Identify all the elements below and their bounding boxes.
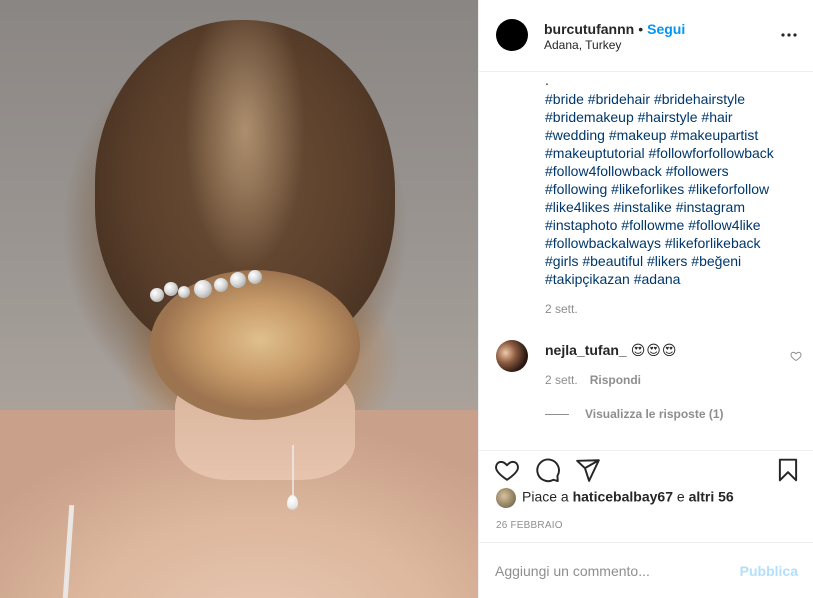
hashtag-line[interactable]: #wedding #makeup #makeupartist <box>545 126 800 144</box>
likes-prefix: Piace a <box>522 488 569 505</box>
commenter-username[interactable]: nejla_tufan_ <box>545 342 627 358</box>
hashtag-line[interactable]: #following #likeforlikes #likeforfollow <box>545 180 800 198</box>
replies-divider <box>545 414 569 416</box>
comment-meta: 2 sett. Rispondi <box>545 373 641 387</box>
author-avatar[interactable] <box>496 19 528 51</box>
post-caption: . #bride #bridehair #bridehairstyle #bri… <box>545 72 800 288</box>
hashtag-line[interactable]: #follow4followback #followers <box>545 162 800 180</box>
view-replies-button[interactable]: Visualizza le risposte (1) <box>545 407 724 421</box>
comment-icon[interactable] <box>535 457 561 483</box>
post-header: burcutufannn • Segui Adana, Turkey <box>479 0 813 72</box>
post-side-panel: burcutufannn • Segui Adana, Turkey . #brid… <box>478 0 813 598</box>
view-replies-label: Visualizza le risposte (1) <box>585 407 724 421</box>
comment-time[interactable]: 2 sett. <box>545 373 578 387</box>
hashtag-line[interactable]: #followbackalways #likeforlikeback <box>545 234 800 252</box>
publish-button[interactable]: Pubblica <box>740 563 798 579</box>
caption-time[interactable]: 2 sett. <box>545 302 578 316</box>
post-photo[interactable] <box>0 0 478 598</box>
caption-dot: . <box>545 72 549 88</box>
follow-button[interactable]: Segui <box>647 21 685 37</box>
post-location[interactable]: Adana, Turkey <box>544 38 621 52</box>
commenter-avatar[interactable] <box>496 340 528 372</box>
separator-dot: • <box>638 21 644 37</box>
liker-username[interactable]: haticebalbay67 <box>573 489 673 505</box>
liker-avatar[interactable] <box>496 488 516 508</box>
author-username[interactable]: burcutufannn <box>544 21 634 37</box>
action-bar <box>479 450 813 490</box>
photo-earring-chain <box>292 445 294 500</box>
photo-earring-drop <box>287 495 298 510</box>
post-date[interactable]: 26 FEBBRAIO <box>496 520 563 531</box>
author-line: burcutufannn • Segui <box>544 20 685 38</box>
hashtag-line[interactable]: #bride #bridehair #bridehairstyle <box>545 90 800 108</box>
photo-hair-pin <box>150 270 265 306</box>
small-heart-icon[interactable] <box>790 350 802 362</box>
likes-others-button[interactable]: altri 56 <box>689 489 734 505</box>
likes-joiner: e <box>676 488 685 505</box>
hashtag-line[interactable]: #takipçikazan #adana <box>545 270 800 288</box>
comment-input[interactable] <box>495 561 725 581</box>
hashtag-line[interactable]: #girls #beautiful #likers #beğeni <box>545 252 800 270</box>
hashtag-line[interactable]: #instaphoto #followme #follow4like <box>545 216 800 234</box>
heart-icon[interactable] <box>494 457 520 483</box>
likes-summary: Piace a haticebalbay67 e altri 56 <box>496 488 734 510</box>
bookmark-icon[interactable] <box>775 457 801 483</box>
reply-button[interactable]: Rispondi <box>590 373 641 387</box>
comments-area[interactable]: . #bride #bridehair #bridehairstyle #bri… <box>479 72 813 450</box>
add-comment-bar: Pubblica <box>479 542 813 598</box>
comment-emojis: 😍😍😍 <box>630 342 678 358</box>
hashtag-line[interactable]: #bridemakeup #hairstyle #hair <box>545 108 800 126</box>
share-icon[interactable] <box>575 457 601 483</box>
comment-text: nejla_tufan_ 😍😍😍 <box>545 342 678 359</box>
hashtag-line[interactable]: #like4likes #instalike #instagram <box>545 198 800 216</box>
more-options-icon[interactable] <box>780 26 798 44</box>
hashtag-line[interactable]: #makeuptutorial #followforfollowback <box>545 144 800 162</box>
